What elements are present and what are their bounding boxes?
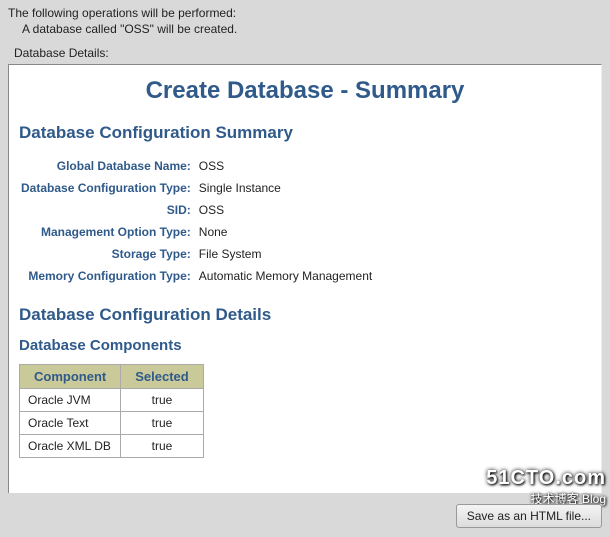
- component-name: Oracle JVM: [20, 389, 121, 412]
- intro-line2: A database called "OSS" will be created.: [22, 22, 602, 36]
- summary-value: Automatic Memory Management: [197, 265, 376, 287]
- section-config-summary: Database Configuration Summary: [19, 123, 591, 143]
- summary-value: Single Instance: [197, 177, 376, 199]
- component-name: Oracle Text: [20, 412, 121, 435]
- component-name: Oracle XML DB: [20, 435, 121, 458]
- table-row: Memory Configuration Type: Automatic Mem…: [19, 265, 376, 287]
- database-details-label: Database Details:: [14, 46, 602, 60]
- table-row: Management Option Type: None: [19, 221, 376, 243]
- summary-label: Memory Configuration Type:: [19, 265, 197, 287]
- component-selected: true: [121, 389, 203, 412]
- table-row: Database Configuration Type: Single Inst…: [19, 177, 376, 199]
- components-header-name: Component: [20, 365, 121, 389]
- summary-label: SID:: [19, 199, 197, 221]
- component-selected: true: [121, 412, 203, 435]
- page-title: Create Database - Summary: [19, 77, 591, 105]
- table-row: SID: OSS: [19, 199, 376, 221]
- summary-value: File System: [197, 243, 376, 265]
- summary-label: Storage Type:: [19, 243, 197, 265]
- save-as-html-button[interactable]: Save as an HTML file...: [456, 504, 602, 528]
- summary-value: OSS: [197, 155, 376, 177]
- subsection-components: Database Components: [19, 337, 591, 354]
- intro-line1: The following operations will be perform…: [8, 6, 602, 20]
- summary-label: Database Configuration Type:: [19, 177, 197, 199]
- components-table: Component Selected Oracle JVM true Oracl…: [19, 364, 204, 458]
- summary-value: None: [197, 221, 376, 243]
- components-header-selected: Selected: [121, 365, 203, 389]
- table-row: Global Database Name: OSS: [19, 155, 376, 177]
- component-selected: true: [121, 435, 203, 458]
- section-config-details: Database Configuration Details: [19, 305, 591, 325]
- table-row: Oracle XML DB true: [20, 435, 204, 458]
- summary-label: Management Option Type:: [19, 221, 197, 243]
- details-scroll-pane[interactable]: Create Database - Summary Database Confi…: [8, 64, 602, 493]
- summary-label: Global Database Name:: [19, 155, 197, 177]
- table-row: Storage Type: File System: [19, 243, 376, 265]
- table-row: Oracle JVM true: [20, 389, 204, 412]
- table-row: Oracle Text true: [20, 412, 204, 435]
- summary-table: Global Database Name: OSS Database Confi…: [19, 155, 376, 287]
- summary-value: OSS: [197, 199, 376, 221]
